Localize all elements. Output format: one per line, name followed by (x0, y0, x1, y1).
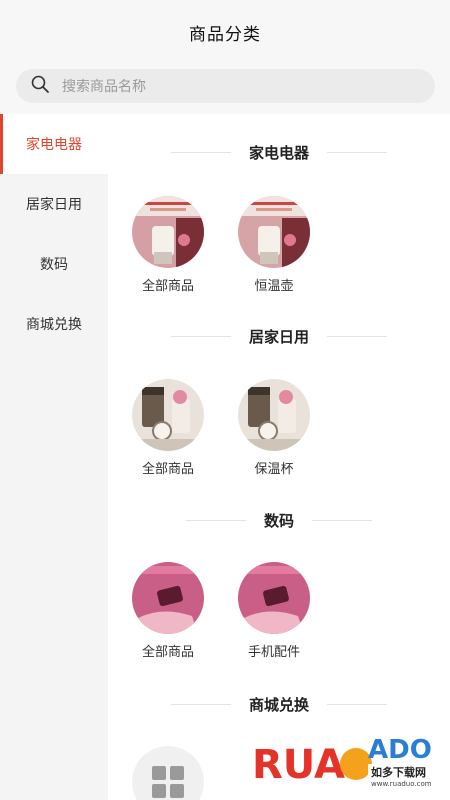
svg-text:ADO: ADO (368, 735, 432, 765)
divider (312, 519, 372, 521)
divider (170, 151, 231, 153)
section-title: 数码 (263, 511, 294, 530)
section-header-appliances: 家电电器 (108, 140, 450, 164)
divider (327, 151, 387, 153)
category-item-label: 手机配件 (247, 645, 300, 660)
sidebar-item-label: 数码 (40, 257, 68, 273)
category-item-label: 全部商品 (141, 279, 194, 294)
section-header-exchange: 商城兑换 (108, 692, 450, 716)
category-item-label: 全部商品 (141, 645, 194, 660)
category-item-label: 全部商品 (141, 462, 194, 477)
section-title: 家电电器 (248, 143, 309, 162)
product-thumbnail (238, 379, 310, 451)
product-thumbnail (238, 562, 310, 634)
sidebar-item-digital[interactable]: 数码 (0, 234, 108, 294)
divider (327, 335, 387, 337)
category-item-all-household[interactable]: 全部商品 (123, 379, 213, 477)
section-title: 商城兑换 (248, 695, 309, 714)
product-thumbnail (238, 196, 310, 268)
search-input[interactable]: 搜索商品名称 (16, 69, 435, 103)
svg-text:RUA: RUA (252, 742, 345, 788)
sidebar-item-household[interactable]: 居家日用 (0, 174, 108, 234)
grid-icon (132, 746, 204, 800)
category-item-thermos[interactable]: 保温杯 (229, 379, 319, 477)
product-thumbnail (132, 379, 204, 451)
category-item-phone-accessories[interactable]: 手机配件 (229, 562, 319, 660)
sidebar-item-label: 居家日用 (26, 197, 82, 213)
product-thumbnail (132, 562, 204, 634)
svg-text:www.ruaduo.com: www.ruaduo.com (371, 780, 432, 788)
svg-text:如多下载网: 如多下载网 (371, 765, 426, 779)
product-thumbnail (132, 196, 204, 268)
divider (185, 519, 246, 521)
section-header-digital: 数码 (108, 508, 450, 532)
category-sidebar: 家电电器 居家日用 数码 商城兑换 (0, 114, 108, 800)
search-area: 搜索商品名称 (0, 64, 450, 114)
category-item-all-digital[interactable]: 全部商品 (123, 562, 213, 660)
sidebar-item-exchange[interactable]: 商城兑换 (0, 294, 108, 354)
page-title: 商品分类 (189, 24, 261, 45)
watermark-logo: RUA ADO 如多下载网 www.ruaduo.com (250, 720, 445, 800)
category-item-label: 保温杯 (254, 462, 294, 477)
search-placeholder: 搜索商品名称 (62, 79, 146, 95)
category-item-label: 恒温壶 (254, 279, 294, 294)
category-item-kettle[interactable]: 恒温壶 (229, 196, 319, 294)
sidebar-item-label: 商城兑换 (26, 317, 82, 333)
section-header-household: 居家日用 (108, 324, 450, 348)
category-item-exchange[interactable] (123, 746, 213, 800)
search-icon (30, 74, 50, 98)
section-title: 居家日用 (248, 327, 309, 346)
top-bar: 商品分类 (0, 0, 450, 64)
category-item-all-appliances[interactable]: 全部商品 (123, 196, 213, 294)
sidebar-item-appliances[interactable]: 家电电器 (0, 114, 108, 174)
divider (327, 703, 387, 705)
category-content: 家电电器 全部商品 恒温壶 居家日用 全部商品 保温杯 数码 全部商品 手机配件… (108, 114, 450, 800)
divider (170, 335, 231, 337)
sidebar-item-label: 家电电器 (26, 137, 82, 153)
divider (170, 703, 231, 705)
